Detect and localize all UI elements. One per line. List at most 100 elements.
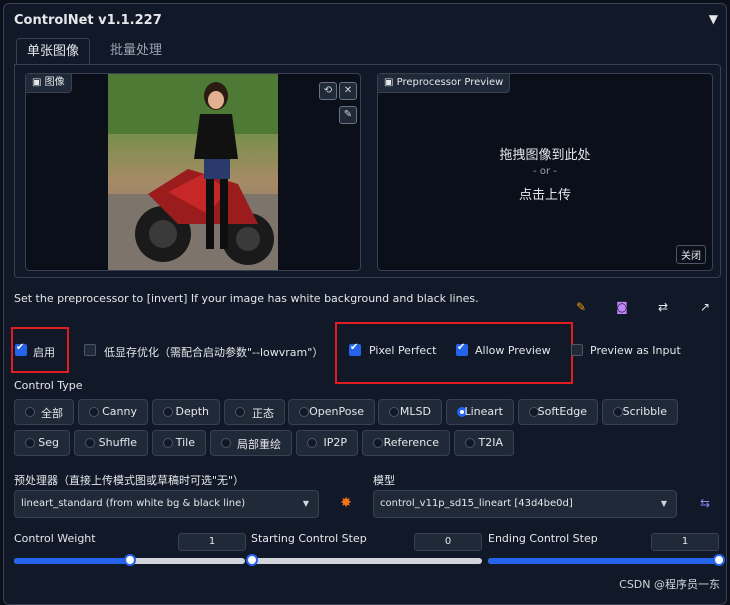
radio-dot-icon: [25, 438, 35, 448]
image-icon: ▣: [32, 77, 42, 88]
panel-title[interactable]: ControlNet v1.1.227: [14, 13, 162, 28]
control-type-option-label: Seg: [38, 436, 59, 449]
radio-dot-icon: [25, 407, 35, 417]
image-label-text: 图像: [44, 77, 65, 88]
control-type-option[interactable]: Tile: [152, 430, 206, 456]
control-type-option[interactable]: Seg: [14, 430, 70, 456]
uploaded-image: [108, 74, 278, 270]
ending-step-thumb[interactable]: [713, 554, 725, 566]
control-type-option-label: OpenPose: [309, 405, 364, 418]
image-icon: ▣: [384, 77, 394, 88]
control-type-option[interactable]: 全部: [14, 399, 74, 425]
radio-dot-icon: [389, 407, 399, 417]
radio-dot-icon: [235, 407, 245, 417]
control-type-label: Control Type: [14, 379, 83, 392]
radio-dot-icon: [85, 438, 95, 448]
model-label: 模型: [373, 474, 395, 487]
control-type-option-label: Lineart: [464, 405, 504, 418]
low-vram-checkbox[interactable]: [84, 344, 96, 356]
model-select[interactable]: control_v11p_sd15_lineart [43d4be0d] ▼: [373, 490, 677, 518]
preview-as-input-checkbox[interactable]: [571, 344, 583, 356]
radio-dot-icon: [613, 407, 623, 417]
tab-single-image[interactable]: 单张图像: [16, 38, 91, 65]
control-type-option[interactable]: Reference: [362, 430, 450, 456]
control-type-option[interactable]: Shuffle: [74, 430, 148, 456]
watermark: CSDN @程序员一东: [619, 578, 720, 591]
radio-dot-icon: [163, 407, 173, 417]
control-type-option[interactable]: SoftEdge: [518, 399, 598, 425]
radio-dot-icon: [299, 407, 309, 417]
radio-dot-icon: [163, 438, 173, 448]
pixel-perfect-checkbox[interactable]: [349, 342, 361, 356]
control-type-option-label: SoftEdge: [537, 405, 587, 418]
control-type-option[interactable]: MLSD: [378, 399, 442, 425]
control-weight-thumb[interactable]: [123, 554, 136, 566]
preview-as-input-label: Preview as Input: [590, 344, 681, 357]
control-weight-input[interactable]: 1: [178, 533, 246, 551]
control-type-option[interactable]: Lineart: [446, 399, 514, 425]
control-weight-slider[interactable]: [14, 554, 245, 566]
control-type-option-label: T2IA: [478, 436, 504, 449]
motorcycle-photo: [108, 74, 278, 270]
enable-checkbox[interactable]: [15, 342, 27, 356]
control-type-option-label: Scribble: [622, 405, 667, 418]
control-type-option-label: Tile: [175, 436, 195, 449]
low-vram-label: 低显存优化（需配合启动参数"--lowvram"）: [104, 346, 324, 359]
control-type-option-label: MLSD: [399, 405, 431, 418]
explode-icon[interactable]: ✸: [337, 494, 355, 512]
camera-icon[interactable]: ◙: [613, 298, 631, 316]
ending-step-fill: [488, 558, 719, 564]
control-type-option-label: IP2P: [323, 436, 347, 449]
control-type-option-label: 全部: [41, 407, 63, 420]
control-type-option[interactable]: T2IA: [454, 430, 514, 456]
swap-icon[interactable]: ⇄: [654, 298, 672, 316]
click-upload-text: 点击上传: [518, 188, 571, 203]
control-type-option[interactable]: Depth: [152, 399, 220, 425]
starting-step-thumb[interactable]: [246, 554, 258, 566]
drop-text: 拖拽图像到此处: [499, 148, 591, 163]
image-box-label: ▣ 图像: [26, 74, 72, 93]
radio-dot-icon: [221, 438, 231, 448]
model-value: control_v11p_sd15_lineart [43d4be0d]: [380, 498, 573, 509]
control-type-option-label: 局部重绘: [237, 438, 281, 451]
preprocessor-label: 预处理器（直接上传模式图或草稿时可选"无"）: [14, 474, 245, 487]
preprocessor-select[interactable]: lineart_standard (from white bg & black …: [14, 490, 319, 518]
control-type-option-label: Canny: [102, 405, 137, 418]
refresh-icon[interactable]: ⟲: [319, 82, 337, 100]
collapse-icon[interactable]: ▼: [709, 12, 718, 26]
control-weight-fill: [14, 558, 130, 564]
send-icon[interactable]: ↗: [696, 298, 714, 316]
ending-step-slider[interactable]: [488, 554, 725, 566]
refresh-model-icon[interactable]: ⇆: [696, 494, 714, 512]
starting-step-input[interactable]: 0: [414, 533, 482, 551]
radio-dot-icon: [307, 438, 317, 448]
starting-step-label: Starting Control Step: [251, 532, 367, 545]
radio-dot-icon: [465, 438, 475, 448]
control-type-option[interactable]: 正态: [224, 399, 285, 425]
control-type-option-label: 正态: [252, 407, 274, 420]
brush-icon[interactable]: ✎: [339, 106, 357, 124]
radio-dot-icon: [373, 438, 383, 448]
control-type-option-label: Reference: [383, 436, 439, 449]
preview-close-button[interactable]: 关闭: [676, 245, 706, 264]
chevron-down-icon: ▼: [660, 499, 667, 508]
allow-preview-label: Allow Preview: [475, 344, 551, 357]
preprocessor-preview-box[interactable]: ▣ Preprocessor Preview 拖拽图像到此处 - or - 点击…: [377, 73, 713, 271]
starting-step-slider[interactable]: [246, 554, 482, 566]
control-type-option[interactable]: Canny: [78, 399, 148, 425]
preprocessor-value: lineart_standard (from white bg & black …: [21, 498, 246, 509]
close-icon[interactable]: ✕: [339, 82, 357, 100]
edit-icon[interactable]: ✎: [572, 298, 590, 316]
radio-dot-icon: [89, 407, 99, 417]
image-upload-box[interactable]: ▣ 图像 ⟲ ✕ ✎: [25, 73, 361, 271]
chevron-down-icon: ▼: [302, 499, 309, 508]
allow-preview-checkbox[interactable]: [456, 342, 468, 356]
control-type-option-label: Shuffle: [98, 436, 137, 449]
control-type-option[interactable]: OpenPose: [288, 399, 375, 425]
control-type-option[interactable]: IP2P: [296, 430, 358, 456]
ending-step-input[interactable]: 1: [651, 533, 719, 551]
control-type-option[interactable]: 局部重绘: [210, 430, 292, 456]
control-type-option[interactable]: Scribble: [602, 399, 678, 425]
preview-label-text: Preprocessor Preview: [396, 77, 504, 88]
tab-batch[interactable]: 批量处理: [100, 38, 172, 64]
